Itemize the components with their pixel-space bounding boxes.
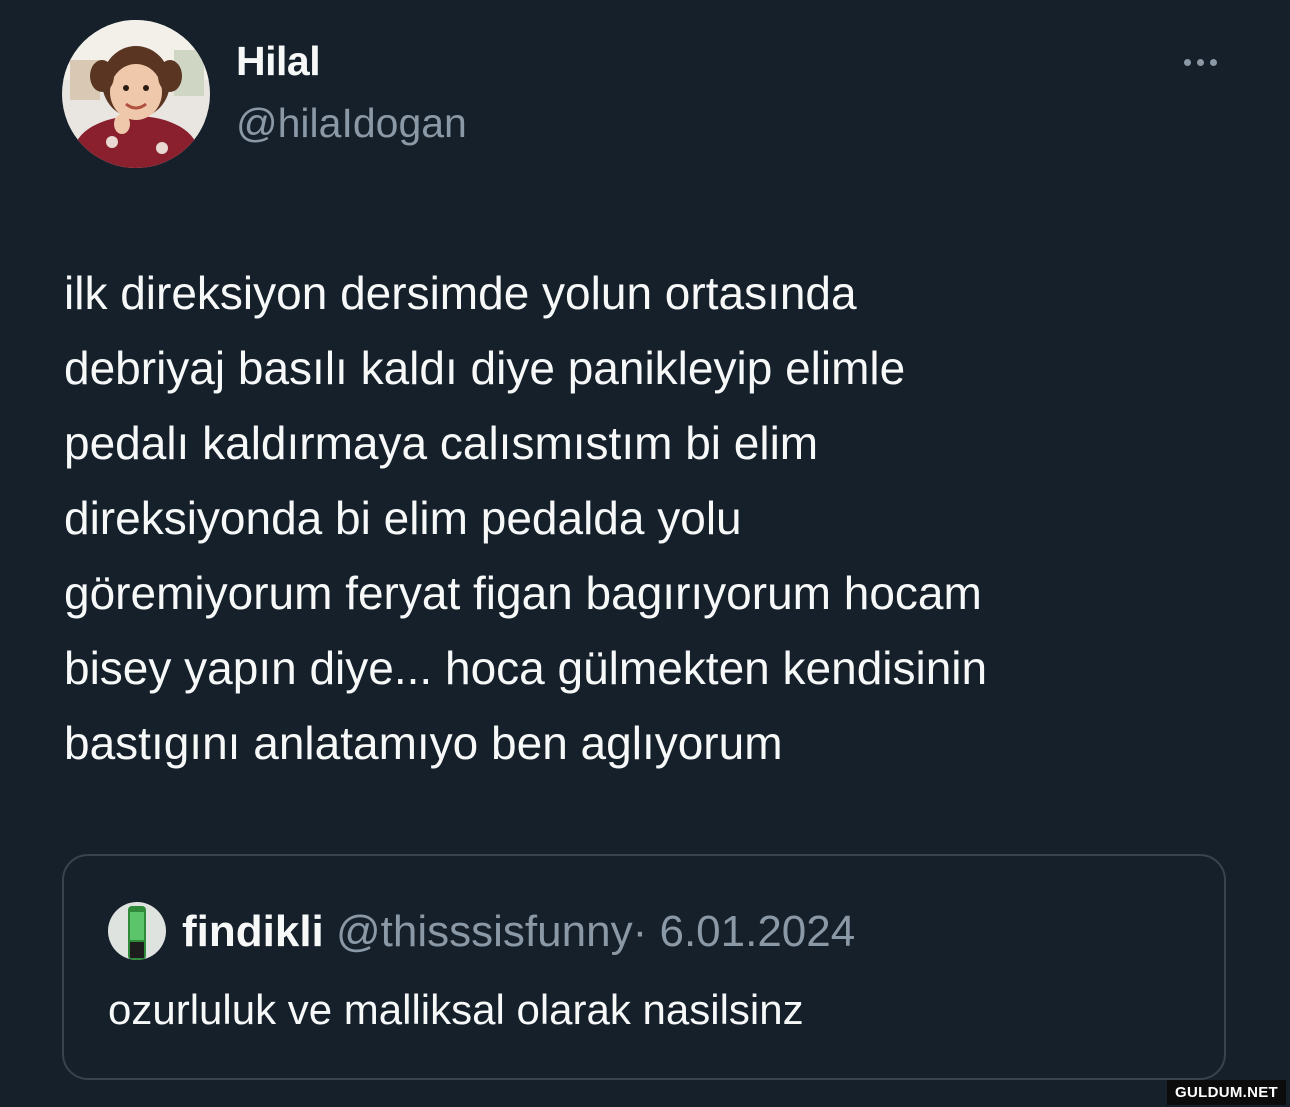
quoted-author-handle[interactable]: @thisssisfunny	[336, 907, 633, 956]
author-handle[interactable]: @hilaIdogan	[236, 100, 467, 147]
more-dots-icon	[1209, 58, 1217, 66]
tweet-text-line: pedalı kaldırmaya calısmıstım bi elim	[64, 417, 819, 469]
tweet-text-line: göremiyorum feryat figan bagırıyorum hoc…	[64, 567, 982, 619]
author-avatar[interactable]	[62, 20, 210, 168]
tweet-text-line: direksiyonda bi elim pedalda yolu	[64, 492, 742, 544]
quoted-author-avatar[interactable]	[108, 902, 166, 960]
more-options-button[interactable]	[1170, 44, 1230, 80]
tweet-text-line: bisey yapın diye... hoca gülmekten kendi…	[64, 642, 988, 694]
author-display-name[interactable]: Hilal	[236, 38, 321, 85]
quoted-tweet-header: findikli @thisssisfunny· 6.01.2024	[182, 904, 855, 960]
quoted-author-name[interactable]: findikli	[182, 907, 324, 956]
quoted-header-separator: ·	[632, 907, 648, 956]
tweet-card: Hilal @hilaIdogan ilk direksiyon dersimd…	[0, 0, 1290, 1107]
quoted-tweet-text: ozurluluk ve malliksal olarak nasilsinz	[108, 986, 804, 1033]
more-dots-icon	[1183, 58, 1191, 66]
tweet-text: ilk direksiyon dersimde yolun ortasında …	[64, 256, 1244, 781]
tweet-text-line: bastıgını anlatamıyo ben aglıyorum	[64, 717, 783, 769]
more-dots-icon	[1196, 58, 1204, 66]
quoted-tweet-card[interactable]: findikli @thisssisfunny· 6.01.2024 ozurl…	[62, 854, 1226, 1080]
site-watermark: GULDUM.NET	[1167, 1080, 1286, 1105]
quoted-tweet-date[interactable]: 6.01.2024	[659, 907, 855, 956]
tweet-text-line: ilk direksiyon dersimde yolun ortasında	[64, 267, 857, 319]
tweet-text-line: debriyaj basılı kaldı diye panikleyip el…	[64, 342, 906, 394]
